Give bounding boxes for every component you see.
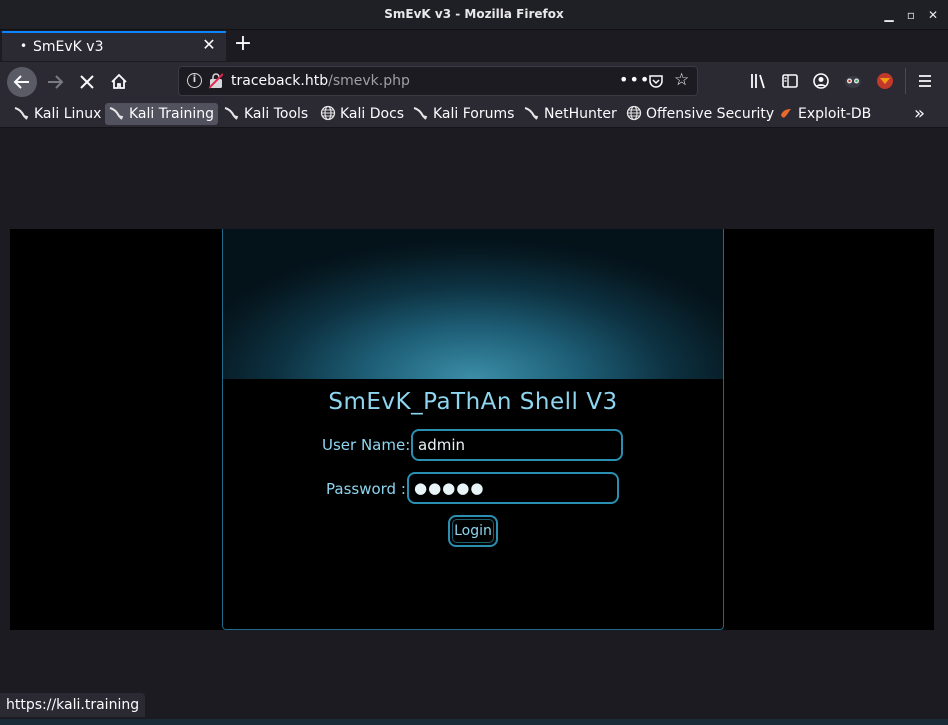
firefox-window: SmEvK v3 - Mozilla Firefox ▁ ▫ ✕ • SmEvK… bbox=[0, 0, 948, 725]
password-input[interactable]: ●●●●● bbox=[407, 472, 619, 504]
username-label: User Name: bbox=[322, 436, 411, 454]
taskbar-edge bbox=[0, 719, 948, 725]
login-label: Login bbox=[454, 523, 492, 539]
hamburger-menu-icon[interactable] bbox=[915, 71, 935, 91]
kali-dragon-icon bbox=[524, 107, 539, 120]
bookmark-label: Kali Training bbox=[129, 106, 214, 122]
url-text[interactable]: traceback.htb/smevk.php bbox=[231, 73, 410, 89]
username-input[interactable]: admin bbox=[411, 429, 623, 461]
bookmark-kali-training[interactable]: Kali Training bbox=[105, 103, 218, 125]
bookmark-label: Kali Linux bbox=[34, 106, 102, 122]
bookmark-label: Exploit-DB bbox=[798, 106, 872, 122]
web-content: SmEvK_PaThAn Shell V3 User Name: admin P… bbox=[0, 129, 948, 719]
globe-icon bbox=[320, 105, 336, 121]
title-bar: SmEvK v3 - Mozilla Firefox ▁ ▫ ✕ bbox=[0, 0, 948, 30]
banner-image bbox=[223, 229, 723, 379]
bookmark-label: Offensive Security bbox=[646, 106, 775, 122]
url-host: traceback.htb bbox=[231, 73, 329, 89]
nav-toolbar: i traceback.htb/smevk.php ••• ☆ bbox=[0, 62, 948, 100]
tab-strip: • SmEvK v3 ✕ bbox=[0, 30, 948, 62]
kali-dragon-icon bbox=[224, 107, 239, 120]
bookmark-kali-docs[interactable]: Kali Docs bbox=[316, 103, 408, 125]
url-path: /smevk.php bbox=[328, 73, 410, 89]
bookmark-kali-forums[interactable]: Kali Forums bbox=[409, 103, 518, 125]
back-button[interactable] bbox=[7, 67, 37, 97]
account-icon[interactable] bbox=[811, 71, 831, 91]
kali-dragon-icon bbox=[109, 107, 124, 120]
pocket-icon[interactable] bbox=[648, 73, 664, 89]
more-bookmarks-icon[interactable]: » bbox=[914, 103, 925, 125]
login-button[interactable]: Login bbox=[448, 515, 498, 547]
page-actions-icon[interactable]: ••• bbox=[619, 70, 650, 89]
close-window-icon[interactable]: ✕ bbox=[926, 8, 940, 22]
bookmark-kali-linux[interactable]: Kali Linux bbox=[10, 103, 105, 125]
home-icon bbox=[111, 73, 127, 89]
bookmark-offensive-security[interactable]: Offensive Security bbox=[622, 103, 778, 125]
loading-dot-icon: • bbox=[20, 39, 28, 53]
kali-dragon-icon bbox=[14, 107, 29, 120]
bookmark-label: Kali Forums bbox=[433, 106, 515, 122]
new-tab-icon[interactable]: + bbox=[232, 32, 254, 56]
extension-icon[interactable] bbox=[843, 71, 863, 91]
home-button[interactable] bbox=[104, 67, 134, 97]
url-bar[interactable]: i traceback.htb/smevk.php ••• ☆ bbox=[178, 66, 698, 96]
login-panel: SmEvK_PaThAn Shell V3 User Name: admin P… bbox=[222, 229, 724, 630]
toolbar-separator bbox=[905, 68, 906, 94]
library-icon[interactable] bbox=[748, 71, 768, 91]
globe-icon bbox=[626, 105, 642, 121]
bookmark-label: Kali Tools bbox=[244, 106, 309, 122]
bookmarks-toolbar: Kali Linux Kali Training Kali Tools Kali… bbox=[0, 100, 948, 128]
stop-icon bbox=[80, 75, 94, 89]
insecure-lock-icon[interactable] bbox=[209, 73, 223, 89]
site-info-icon[interactable]: i bbox=[187, 73, 202, 88]
shell-page: SmEvK_PaThAn Shell V3 User Name: admin P… bbox=[10, 229, 934, 630]
window-title: SmEvK v3 - Mozilla Firefox bbox=[384, 7, 564, 21]
close-tab-icon[interactable]: ✕ bbox=[200, 36, 218, 54]
forward-arrow-icon bbox=[48, 75, 64, 89]
sidebar-icon[interactable] bbox=[780, 71, 800, 91]
password-label: Password : bbox=[326, 480, 406, 498]
tab-label: SmEvK v3 bbox=[33, 39, 104, 55]
stop-button[interactable] bbox=[72, 67, 102, 97]
minimize-icon[interactable]: ▁ bbox=[882, 8, 896, 22]
bookmark-label: Kali Docs bbox=[340, 106, 405, 122]
maximize-icon[interactable]: ▫ bbox=[904, 8, 918, 22]
shell-title: SmEvK_PaThAn Shell V3 bbox=[328, 389, 618, 415]
kali-dragon-icon bbox=[413, 107, 428, 120]
foxyproxy-icon[interactable] bbox=[875, 71, 895, 91]
bookmark-label: NetHunter bbox=[544, 106, 617, 122]
bookmark-star-icon[interactable]: ☆ bbox=[674, 70, 689, 90]
bookmark-kali-tools[interactable]: Kali Tools bbox=[220, 103, 312, 125]
forward-button[interactable] bbox=[40, 67, 70, 97]
bookmark-nethunter[interactable]: NetHunter bbox=[520, 103, 621, 125]
status-link: https://kali.training bbox=[0, 693, 146, 717]
bookmark-exploit-db[interactable]: Exploit-DB bbox=[774, 103, 875, 125]
exploit-db-icon bbox=[781, 109, 791, 118]
back-arrow-icon bbox=[13, 75, 29, 89]
tab-smevk[interactable]: • SmEvK v3 ✕ bbox=[2, 31, 226, 61]
